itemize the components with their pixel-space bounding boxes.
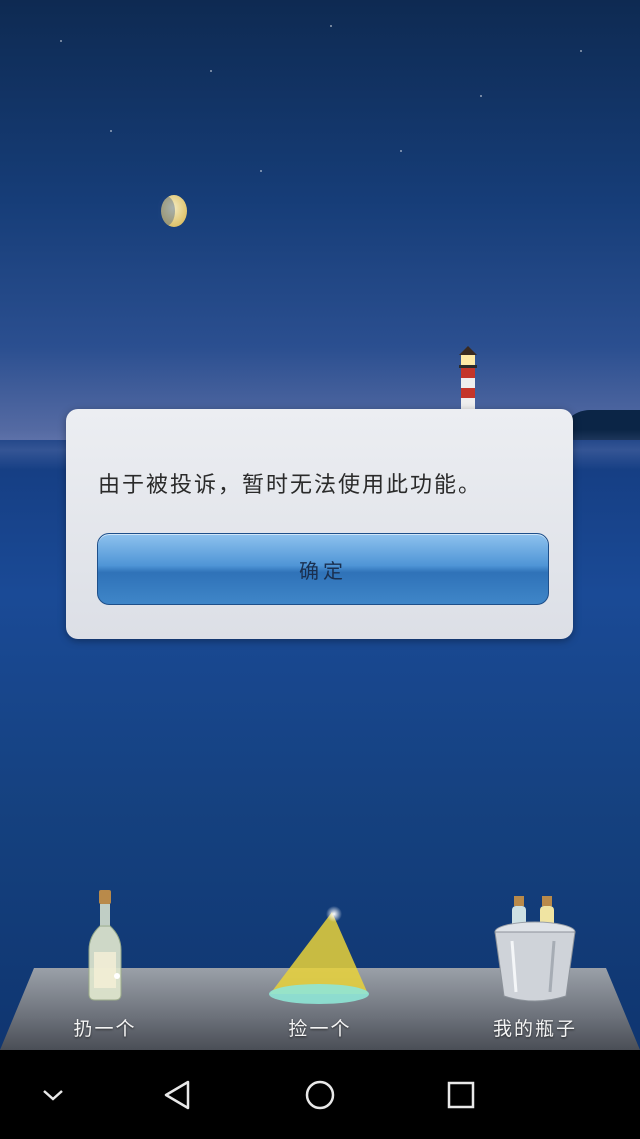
recents-square-icon bbox=[447, 1081, 475, 1108]
throw-label: 扔一个 bbox=[73, 1018, 137, 1040]
nav-recents-button[interactable] bbox=[416, 1050, 506, 1139]
throw-bottle-button[interactable]: 扔一个 bbox=[25, 890, 185, 1050]
my-bottles-label: 我的瓶子 bbox=[492, 1018, 577, 1040]
my-bottles-button[interactable]: 我的瓶子 bbox=[455, 896, 615, 1050]
pick-label: 捡一个 bbox=[288, 1018, 352, 1040]
home-circle-icon bbox=[305, 1080, 335, 1109]
system-navigation-bar bbox=[0, 1050, 640, 1139]
star bbox=[110, 130, 112, 132]
moon-icon bbox=[158, 195, 187, 227]
bottle-icon bbox=[88, 890, 122, 1001]
lighthouse-icon bbox=[459, 346, 477, 410]
star bbox=[400, 150, 402, 152]
pick-bottle-button[interactable]: 捡一个 bbox=[240, 906, 400, 1050]
star bbox=[210, 70, 212, 72]
chevron-down-icon bbox=[43, 1089, 63, 1101]
spotlight-icon bbox=[269, 906, 369, 1004]
alert-dialog: 由于被投诉，暂时无法使用此功能。 确定 bbox=[66, 409, 573, 639]
back-triangle-icon bbox=[164, 1080, 190, 1109]
star bbox=[60, 40, 62, 42]
star bbox=[260, 170, 262, 172]
dialog-message: 由于被投诉，暂时无法使用此功能。 bbox=[98, 473, 483, 498]
star bbox=[480, 95, 482, 97]
star bbox=[580, 50, 582, 52]
nav-back-button[interactable] bbox=[132, 1050, 222, 1139]
nav-hide-button[interactable] bbox=[8, 1050, 98, 1139]
night-sky bbox=[0, 0, 640, 445]
nav-home-button[interactable] bbox=[275, 1050, 365, 1139]
star bbox=[330, 25, 332, 27]
bottle-bucket-icon bbox=[494, 896, 576, 1002]
confirm-button[interactable]: 确定 bbox=[97, 533, 549, 605]
bottom-toolbar: 扔一个 捡一个 我的瓶子 bbox=[0, 890, 640, 1050]
